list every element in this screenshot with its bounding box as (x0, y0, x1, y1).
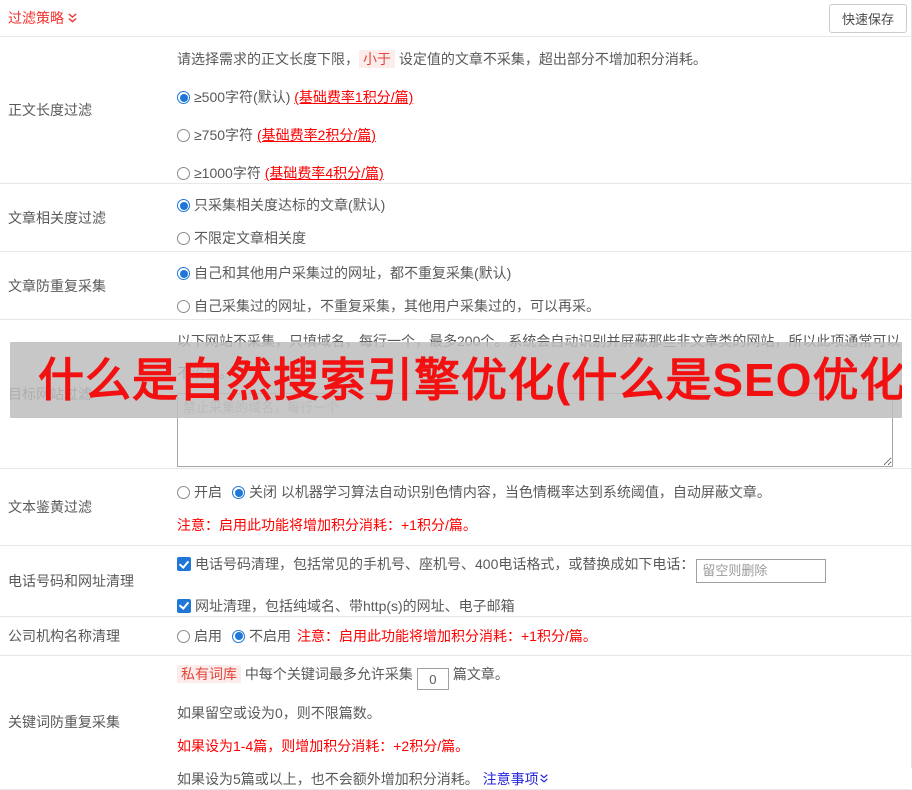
chevron-down-icon (539, 773, 549, 784)
row-label: 文章相关度过滤 (0, 184, 177, 251)
checkbox-url-cleanup[interactable] (177, 599, 191, 613)
filter-settings-page: 过滤策略 快速保存 正文长度过滤 请选择需求的正文长度下限，小于 设定值的文章不… (0, 0, 912, 768)
row-content: 开启关闭 以机器学习算法自动识别色情内容，当色情概率达到系统阈值，自动屏蔽文章。… (177, 469, 911, 545)
radio-porn-on[interactable] (177, 486, 190, 499)
porn-filter-on-option[interactable]: 开启 (177, 484, 222, 500)
row-label: 关键词防重复采集 (0, 656, 177, 790)
keyword-note-five: 如果设为5篇或以上，也不会额外增加积分消耗。 注意事项 (177, 769, 903, 789)
dedup-option-self-only[interactable]: 自己采集过的网址，不重复采集，其他用户采集过的，可以再采。 (177, 296, 903, 316)
url-cleanup-option[interactable]: 网址清理，包括纯域名、带http(s)的网址、电子邮箱 (177, 596, 903, 616)
chevron-down-icon (67, 12, 78, 24)
company-cleanup-enable-option[interactable]: 启用 (177, 628, 222, 644)
row-content: 启用不启用注意：启用此功能将增加积分消耗：+1积分/篇。 (177, 617, 911, 655)
replacement-phone-input[interactable] (696, 559, 826, 583)
watermark-overlay-banner: 什么是自然搜索引擎优化(什么是SEO优化流 (10, 342, 902, 418)
length-option-750[interactable]: ≥750字符 (基础费率2积分/篇) (177, 125, 903, 145)
row-label: 文章防重复采集 (0, 252, 177, 319)
length-filter-intro: 请选择需求的正文长度下限，小于 设定值的文章不采集，超出部分不增加积分消耗。 (177, 49, 903, 69)
radio-750-chars[interactable] (177, 129, 190, 142)
cost-note: (基础费率2积分/篇) (257, 127, 376, 143)
radio-dedup-self-only[interactable] (177, 300, 190, 313)
keyword-note-cost: 如果设为1-4篇，则增加积分消耗：+2积分/篇。 (177, 736, 903, 756)
row-content: 电话号码清理，包括常见的手机号、座机号、400电话格式，或替换成如下电话： 网址… (177, 546, 911, 616)
row-content: 私有词库 中每个关键词最多允许采集篇文章。 如果留空或设为0，则不限篇数。 如果… (177, 656, 911, 790)
row-content: 只采集相关度达标的文章(默认) 不限定文章相关度 (177, 184, 911, 251)
porn-filter-options: 开启关闭 以机器学习算法自动识别色情内容，当色情概率达到系统阈值，自动屏蔽文章。 (177, 482, 903, 502)
less-than-highlight: 小于 (359, 50, 395, 68)
porn-filter-desc: 以机器学习算法自动识别色情内容，当色情概率达到系统阈值，自动屏蔽文章。 (277, 484, 771, 500)
keyword-limit-line: 私有词库 中每个关键词最多允许采集篇文章。 (177, 664, 903, 691)
row-keyword-dedup: 关键词防重复采集 私有词库 中每个关键词最多允许采集篇文章。 如果留空或设为0，… (0, 656, 911, 790)
row-content-length-filter: 正文长度过滤 请选择需求的正文长度下限，小于 设定值的文章不采集，超出部分不增加… (0, 37, 911, 184)
radio-porn-off[interactable] (232, 486, 245, 499)
radio-relevance-strict[interactable] (177, 199, 190, 212)
row-label: 公司机构名称清理 (0, 617, 177, 655)
cost-note: (基础费率1积分/篇) (294, 89, 413, 105)
porn-filter-note: 注意：启用此功能将增加积分消耗：+1积分/篇。 (177, 515, 903, 535)
row-label: 电话号码和网址清理 (0, 546, 177, 616)
radio-company-enable[interactable] (177, 630, 190, 643)
row-porn-text-filter: 文本鉴黄过滤 开启关闭 以机器学习算法自动识别色情内容，当色情概率达到系统阈值，… (0, 469, 911, 546)
radio-company-disable[interactable] (232, 630, 245, 643)
row-dedup-collection: 文章防重复采集 自己和其他用户采集过的网址，都不重复采集(默认) 自己采集过的网… (0, 252, 911, 320)
private-thesaurus-tag[interactable]: 私有词库 (177, 665, 241, 683)
row-phone-url-cleanup: 电话号码和网址清理 电话号码清理，包括常见的手机号、座机号、400电话格式，或替… (0, 546, 911, 617)
keyword-article-count-input[interactable] (417, 668, 449, 690)
notes-link[interactable]: 注意事项 (483, 771, 549, 787)
row-label: 正文长度过滤 (0, 37, 177, 183)
length-option-500[interactable]: ≥500字符(默认) (基础费率1积分/篇) (177, 87, 903, 107)
row-relevance-filter: 文章相关度过滤 只采集相关度达标的文章(默认) 不限定文章相关度 (0, 184, 911, 252)
dedup-option-all-users[interactable]: 自己和其他用户采集过的网址，都不重复采集(默认) (177, 263, 903, 283)
keyword-note-zero: 如果留空或设为0，则不限篇数。 (177, 703, 903, 723)
top-bar: 过滤策略 快速保存 (0, 0, 911, 37)
cost-note: (基础费率4积分/篇) (265, 165, 384, 181)
page-title[interactable]: 过滤策略 (8, 8, 78, 28)
company-cleanup-note: 注意：启用此功能将增加积分消耗：+1积分/篇。 (297, 628, 597, 644)
radio-dedup-all-users[interactable] (177, 267, 190, 280)
company-cleanup-options: 启用不启用注意：启用此功能将增加积分消耗：+1积分/篇。 (177, 626, 597, 646)
row-content: 自己和其他用户采集过的网址，都不重复采集(默认) 自己采集过的网址，不重复采集，… (177, 252, 911, 319)
watermark-overlay-text: 什么是自然搜索引擎优化(什么是SEO优化流 (38, 354, 902, 406)
page-title-label: 过滤策略 (8, 8, 64, 28)
row-content: 请选择需求的正文长度下限，小于 设定值的文章不采集，超出部分不增加积分消耗。 ≥… (177, 37, 911, 183)
company-cleanup-disable-option[interactable]: 不启用 (232, 628, 291, 644)
radio-500-chars[interactable] (177, 91, 190, 104)
radio-relevance-any[interactable] (177, 232, 190, 245)
porn-filter-off-option[interactable]: 关闭 (232, 484, 277, 500)
row-company-name-cleanup: 公司机构名称清理 启用不启用注意：启用此功能将增加积分消耗：+1积分/篇。 (0, 617, 911, 656)
relevance-option-any[interactable]: 不限定文章相关度 (177, 228, 903, 248)
row-label: 文本鉴黄过滤 (0, 469, 177, 545)
phone-cleanup-option[interactable]: 电话号码清理，包括常见的手机号、座机号、400电话格式，或替换成如下电话： (177, 554, 903, 583)
radio-1000-chars[interactable] (177, 167, 190, 180)
quick-save-button[interactable]: 快速保存 (829, 4, 907, 33)
relevance-option-strict[interactable]: 只采集相关度达标的文章(默认) (177, 195, 903, 215)
checkbox-phone-cleanup[interactable] (177, 557, 191, 571)
length-option-1000[interactable]: ≥1000字符 (基础费率4积分/篇) (177, 163, 903, 183)
